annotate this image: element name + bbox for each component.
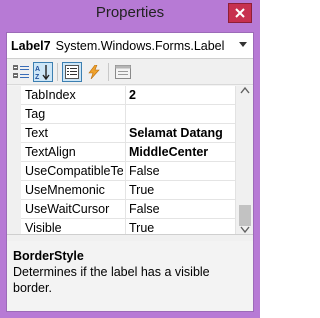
object-type: System.Windows.Forms.Label: [55, 38, 225, 53]
property-pages-icon: [115, 65, 131, 79]
property-value[interactable]: True: [129, 183, 233, 197]
property-row[interactable]: Tag: [7, 105, 235, 124]
properties-panel: Label7 System.Windows.Forms.Label A Z Ta…: [6, 32, 254, 312]
close-button[interactable]: [228, 3, 252, 23]
description-title: BorderStyle: [13, 249, 84, 263]
property-value[interactable]: False: [129, 202, 233, 216]
properties-window: Properties Label7 System.Windows.Forms.L…: [0, 0, 260, 318]
row-margin: [7, 219, 21, 234]
close-icon: [235, 8, 245, 18]
property-row[interactable]: UseCompatibleTex False: [7, 162, 235, 181]
properties-icon: [65, 65, 79, 79]
panel-splitter[interactable]: [7, 234, 253, 241]
property-name: Text: [25, 126, 48, 140]
row-margin: [7, 86, 21, 105]
object-name: Label7: [11, 38, 51, 53]
property-name: Visible: [25, 221, 62, 234]
column-divider: [125, 124, 126, 143]
row-margin: [7, 181, 21, 200]
row-margin: [7, 124, 21, 143]
property-value[interactable]: MiddleCenter: [129, 145, 233, 159]
svg-text:A: A: [35, 66, 40, 73]
scrollbar-thumb[interactable]: [239, 205, 251, 226]
events-button[interactable]: [84, 62, 104, 82]
scroll-down-icon[interactable]: [240, 226, 250, 234]
properties-button[interactable]: [62, 62, 82, 82]
toolbar-separator: [57, 63, 58, 81]
scroll-up-icon[interactable]: [240, 86, 250, 94]
property-row[interactable]: TextAlign MiddleCenter: [7, 143, 235, 162]
property-value[interactable]: False: [129, 164, 233, 178]
categorized-button[interactable]: [11, 62, 31, 82]
column-divider: [125, 105, 126, 124]
property-row[interactable]: UseWaitCursor False: [7, 200, 235, 219]
window-title: Properties: [95, 4, 165, 21]
alphabetical-button[interactable]: A Z: [33, 62, 53, 82]
column-divider: [125, 86, 126, 105]
property-row[interactable]: Visible True: [7, 219, 235, 234]
categorized-icon: [13, 65, 29, 78]
row-margin: [7, 143, 21, 162]
property-name: TabIndex: [25, 88, 76, 102]
column-divider: [125, 143, 126, 162]
alphabetical-icon: A Z: [35, 65, 50, 80]
row-margin: [7, 200, 21, 219]
column-divider: [125, 162, 126, 181]
vertical-scrollbar[interactable]: [235, 86, 253, 234]
property-name: UseMnemonic: [25, 183, 105, 197]
property-value[interactable]: Selamat Datang: [129, 126, 233, 140]
property-name: TextAlign: [25, 145, 76, 159]
property-value[interactable]: True: [129, 221, 233, 234]
property-value[interactable]: 2: [129, 88, 233, 102]
svg-text:Z: Z: [35, 74, 40, 80]
toolbar: A Z: [7, 59, 253, 85]
property-name: UseCompatibleTex: [25, 164, 123, 178]
description-text: Determines if the label has a visible bo…: [13, 265, 210, 295]
property-row[interactable]: Text Selamat Datang: [7, 124, 235, 143]
column-divider: [125, 219, 126, 234]
property-grid: TabIndex 2 Tag Text Selamat Datang TextA…: [7, 86, 253, 234]
column-divider: [125, 200, 126, 219]
property-name: UseWaitCursor: [25, 202, 110, 216]
description-panel: BorderStyle Determines if the label has …: [7, 241, 253, 311]
row-margin: [7, 162, 21, 181]
row-margin: [7, 105, 21, 124]
events-lightning-icon: [88, 65, 100, 79]
title-bar[interactable]: Properties: [0, 0, 260, 30]
property-row[interactable]: UseMnemonic True: [7, 181, 235, 200]
toolbar-separator: [108, 63, 109, 81]
property-pages-button[interactable]: [113, 62, 133, 82]
column-divider: [125, 181, 126, 200]
chevron-down-icon: [239, 42, 247, 47]
property-row[interactable]: TabIndex 2: [7, 86, 235, 105]
property-name: Tag: [25, 107, 46, 121]
object-selector[interactable]: Label7 System.Windows.Forms.Label: [7, 33, 253, 59]
